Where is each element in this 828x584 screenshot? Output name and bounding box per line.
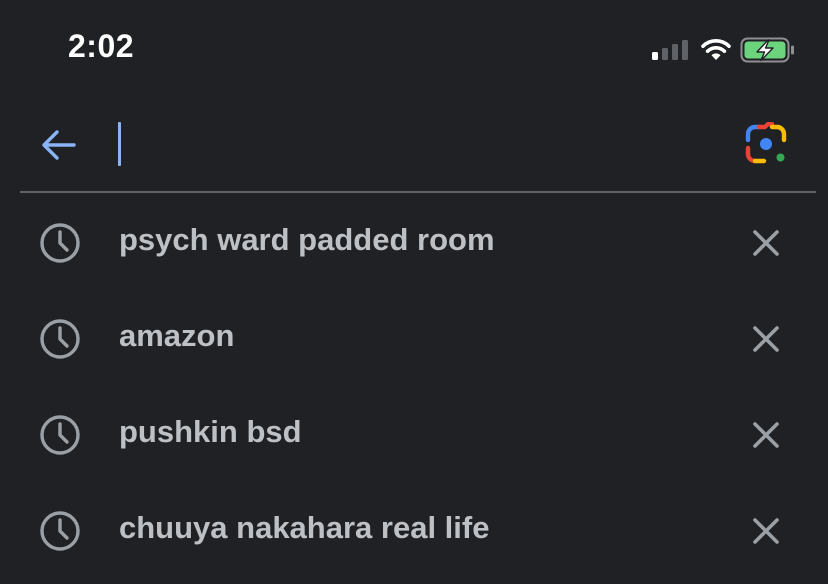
google-lens-icon[interactable] xyxy=(744,122,792,168)
search-divider xyxy=(20,191,816,193)
search-input[interactable] xyxy=(122,118,726,172)
history-item-label: chuuya nakahara real life xyxy=(119,510,490,545)
history-item[interactable]: psych ward padded room xyxy=(0,194,828,290)
history-item[interactable]: pushkin bsd xyxy=(0,386,828,482)
wifi-icon xyxy=(701,39,731,60)
history-clock-icon xyxy=(40,319,80,359)
history-item-label: pushkin bsd xyxy=(119,414,302,449)
search-history-list: psych ward padded room amazon pushkin bs… xyxy=(0,194,828,578)
history-clock-icon xyxy=(40,511,80,551)
close-icon[interactable] xyxy=(746,319,786,359)
history-item-label: psych ward padded room xyxy=(119,222,495,257)
search-screen: 2:02 psych ward padded room amazon pushk… xyxy=(0,0,828,584)
history-clock-icon xyxy=(40,415,80,455)
close-icon[interactable] xyxy=(746,223,786,263)
cellular-signal-icon xyxy=(652,40,688,60)
history-item[interactable]: chuuya nakahara real life xyxy=(0,482,828,578)
status-time: 2:02 xyxy=(68,28,135,64)
history-clock-icon xyxy=(40,223,80,263)
text-cursor xyxy=(118,122,121,166)
history-item[interactable]: amazon xyxy=(0,290,828,386)
close-icon[interactable] xyxy=(746,415,786,455)
history-item-label: amazon xyxy=(119,318,235,353)
close-icon[interactable] xyxy=(746,511,786,551)
back-arrow-icon[interactable] xyxy=(38,124,80,166)
battery-charging-icon xyxy=(740,37,794,63)
